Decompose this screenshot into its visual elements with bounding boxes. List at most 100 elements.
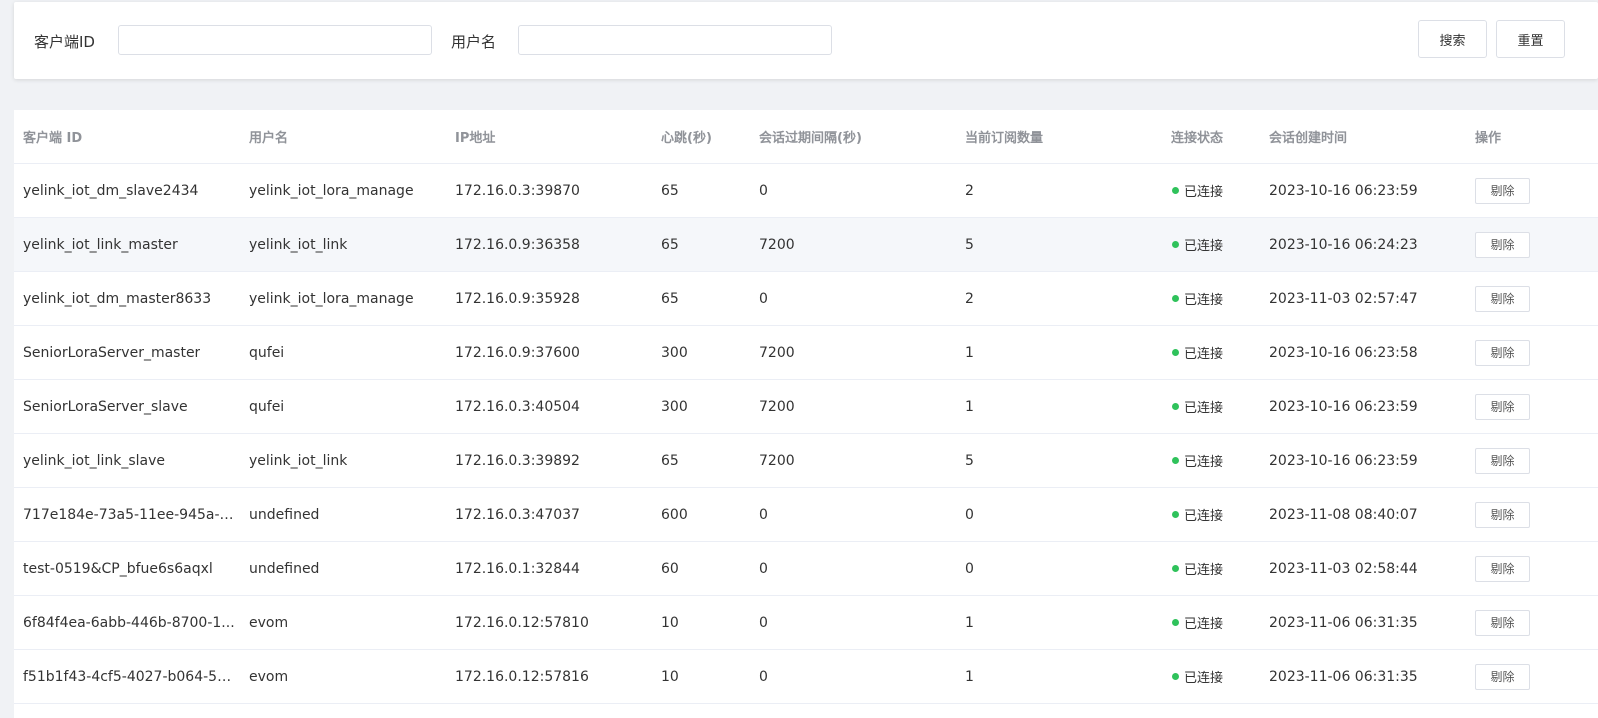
expiry-text: 7200: [759, 452, 795, 469]
client-id-cell: yelink_iot_link_master: [23, 218, 238, 271]
status-text: 已连接: [1184, 563, 1224, 578]
status-dot-icon: [1172, 511, 1179, 518]
search-button[interactable]: 搜索: [1418, 20, 1487, 58]
created-time-text: 2023-11-06 06:31:35: [1269, 614, 1418, 631]
created-time-cell: 2023-11-08 08:40:07: [1269, 488, 1464, 541]
action-cell: 剔除: [1475, 326, 1575, 379]
created-time-cell: 2023-10-16 06:23:59: [1269, 434, 1464, 487]
heartbeat-text: 65: [661, 290, 679, 307]
heartbeat-text: 60: [661, 560, 679, 577]
subscriptions-cell: 5: [965, 434, 1160, 487]
kick-button[interactable]: 剔除: [1475, 231, 1530, 258]
action-cell: 剔除: [1475, 488, 1575, 541]
kick-button[interactable]: 剔除: [1475, 177, 1530, 204]
kick-button[interactable]: 剔除: [1475, 339, 1530, 366]
ip-cell: 172.16.0.3:40504: [455, 380, 650, 433]
ip-text: 172.16.0.9:36358: [455, 236, 580, 253]
expiry-cell: 0: [759, 488, 954, 541]
kick-button[interactable]: 剔除: [1475, 663, 1530, 690]
status-text: 已连接: [1184, 617, 1224, 632]
subscriptions-text: 1: [965, 614, 974, 631]
client-id-cell: SeniorLoraServer_master: [23, 326, 238, 379]
action-cell: 剔除: [1475, 272, 1575, 325]
status-text: 已连接: [1184, 185, 1224, 200]
ip-text: 172.16.0.9:35928: [455, 290, 580, 307]
kick-button[interactable]: 剔除: [1475, 285, 1530, 312]
ip-cell: 172.16.0.9:37600: [455, 326, 650, 379]
expiry-cell: 7200: [759, 380, 954, 433]
client-id-text: f51b1f43-4cf5-4027-b064-54...: [23, 668, 238, 685]
status-dot-icon: [1172, 457, 1179, 464]
client-id-cell: yelink_iot_dm_master8633: [23, 272, 238, 325]
expiry-cell: 7200: [759, 434, 954, 487]
username-cell: qufei: [249, 326, 444, 379]
heartbeat-cell: 10: [661, 596, 751, 649]
username-cell: undefined: [249, 488, 444, 541]
created-time-cell: 2023-11-03 02:57:47: [1269, 272, 1464, 325]
action-cell: 剔除: [1475, 650, 1575, 703]
username-cell: yelink_iot_lora_manage: [249, 164, 444, 217]
subscriptions-cell: 0: [965, 488, 1160, 541]
header-status: 连接状态: [1171, 131, 1224, 146]
expiry-text: 7200: [759, 398, 795, 415]
expiry-text: 0: [759, 182, 768, 199]
status-cell: 已连接: [1171, 596, 1261, 649]
kick-button[interactable]: 剔除: [1475, 609, 1530, 636]
subscriptions-text: 2: [965, 182, 974, 199]
client-id-text: yelink_iot_link_slave: [23, 452, 166, 469]
expiry-cell: 0: [759, 542, 954, 595]
expiry-cell: 0: [759, 650, 954, 703]
ip-text: 172.16.0.3:40504: [455, 398, 580, 415]
search-filter-panel: 客户端ID 用户名 搜索 重置: [14, 2, 1598, 79]
heartbeat-cell: 10: [661, 650, 751, 703]
status-dot-icon: [1172, 349, 1179, 356]
heartbeat-cell: 300: [661, 326, 751, 379]
header-username: 用户名: [249, 131, 289, 146]
ip-text: 172.16.0.3:47037: [455, 506, 580, 523]
status-text: 已连接: [1184, 401, 1224, 416]
client-id-text: test-0519&CP_bfue6s6aqxl: [23, 560, 213, 577]
created-time-cell: 2023-10-16 06:23:59: [1269, 380, 1464, 433]
status-dot-icon: [1172, 619, 1179, 626]
status-cell: 已连接: [1171, 542, 1261, 595]
status-cell: 已连接: [1171, 488, 1261, 541]
username-text: undefined: [249, 506, 320, 523]
reset-button[interactable]: 重置: [1496, 20, 1565, 58]
ip-cell: 172.16.0.3:39892: [455, 434, 650, 487]
username-cell: yelink_iot_link: [249, 434, 444, 487]
heartbeat-text: 65: [661, 452, 679, 469]
subscriptions-cell: 1: [965, 326, 1160, 379]
subscriptions-cell: 0: [965, 542, 1160, 595]
kick-button[interactable]: 剔除: [1475, 501, 1530, 528]
username-input[interactable]: [518, 25, 832, 55]
expiry-text: 0: [759, 614, 768, 631]
heartbeat-text: 300: [661, 344, 688, 361]
table-row: test-0519&CP_bfue6s6aqxl undefined 172.16.…: [14, 542, 1598, 596]
action-cell: 剔除: [1475, 380, 1575, 433]
client-id-cell: test-0519&CP_bfue6s6aqxl: [23, 542, 238, 595]
client-id-text: 717e184e-73a5-11ee-945a-3...: [23, 506, 238, 523]
username-text: yelink_iot_lora_manage: [249, 182, 414, 199]
created-time-text: 2023-11-08 08:40:07: [1269, 506, 1418, 523]
expiry-cell: 7200: [759, 326, 954, 379]
created-time-text: 2023-10-16 06:23:59: [1269, 452, 1418, 469]
status-dot-icon: [1172, 673, 1179, 680]
status-cell: 已连接: [1171, 326, 1261, 379]
table-row: yelink_iot_link_master yelink_iot_link 172…: [14, 218, 1598, 272]
kick-button[interactable]: 剔除: [1475, 555, 1530, 582]
subscriptions-text: 5: [965, 452, 974, 469]
created-time-text: 2023-10-16 06:23:58: [1269, 344, 1418, 361]
kick-button[interactable]: 剔除: [1475, 393, 1530, 420]
heartbeat-text: 10: [661, 668, 679, 685]
username-cell: undefined: [249, 542, 444, 595]
heartbeat-cell: 65: [661, 218, 751, 271]
client-id-input[interactable]: [118, 25, 432, 55]
header-expiry: 会话过期间隔(秒): [759, 131, 862, 146]
heartbeat-cell: 60: [661, 542, 751, 595]
ip-text: 172.16.0.9:37600: [455, 344, 580, 361]
status-dot-icon: [1172, 295, 1179, 302]
expiry-text: 0: [759, 560, 768, 577]
kick-button[interactable]: 剔除: [1475, 447, 1530, 474]
header-heartbeat: 心跳(秒): [661, 131, 712, 146]
username-cell: yelink_iot_lora_manage: [249, 272, 444, 325]
